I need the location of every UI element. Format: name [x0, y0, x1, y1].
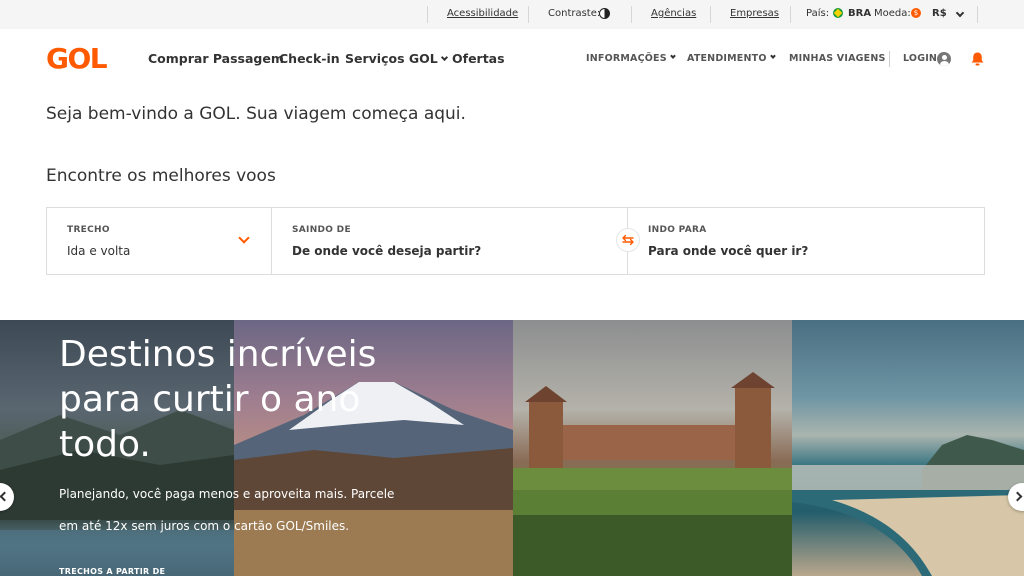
chevron-down-icon — [440, 53, 448, 62]
country-value[interactable]: BRA — [848, 8, 871, 19]
origin-input[interactable]: SAINDO DE De onde você deseja partir? — [272, 208, 627, 274]
bell-icon[interactable] — [970, 51, 985, 67]
currency-icon: $ — [911, 8, 921, 18]
country-label: País: — [806, 8, 830, 19]
hero-image-beach — [792, 320, 1024, 576]
user-icon[interactable] — [937, 52, 951, 66]
divider — [710, 6, 711, 23]
nav-support-label: ATENDIMENTO — [687, 53, 767, 64]
welcome-message: Seja bem-vindo a GOL. Sua viagem começa … — [46, 104, 466, 124]
destination-input[interactable]: INDO PARA Para onde você quer ir? — [628, 208, 984, 274]
arrow-left-icon — [0, 491, 10, 502]
destination-placeholder: Para onde você quer ir? — [648, 244, 809, 258]
chevron-down-icon — [769, 53, 776, 59]
hero-banner: Destinos incríveis para curtir o ano tod… — [0, 320, 1024, 576]
nav-support[interactable]: ATENDIMENTO — [687, 53, 776, 64]
utility-bar: Acessibilidade Contraste: Agências Empre… — [0, 0, 1024, 29]
login-link[interactable]: LOGIN — [903, 53, 937, 64]
origin-label: SAINDO DE — [292, 225, 351, 235]
nav-gol-services-label: Serviços GOL — [345, 51, 438, 66]
hero-image-palace — [513, 320, 792, 576]
brazil-flag-icon[interactable] — [833, 8, 843, 18]
chevron-down-icon[interactable] — [955, 8, 965, 18]
companies-link[interactable]: Empresas — [730, 8, 779, 19]
find-flights-heading: Encontre os melhores voos — [46, 166, 276, 186]
nav-check-in[interactable]: Check-in — [279, 51, 340, 66]
trip-type-label: TRECHO — [67, 225, 110, 235]
beach-illustration — [792, 435, 1024, 576]
trip-type-value: Ida e volta — [67, 244, 131, 258]
contrast-icon[interactable] — [599, 8, 610, 19]
agencies-link[interactable]: Agências — [651, 8, 696, 19]
nav-information[interactable]: INFORMAÇÕES — [586, 53, 676, 64]
currency-value[interactable]: R$ — [932, 8, 947, 19]
divider — [889, 51, 890, 67]
main-header: GOL Comprar Passagem Check-in Serviços G… — [0, 29, 1024, 89]
nav-information-label: INFORMAÇÕES — [586, 53, 667, 64]
contrast-label: Contraste: — [548, 8, 601, 19]
trip-type-select[interactable]: TRECHO Ida e volta — [47, 208, 271, 274]
gol-logo[interactable]: GOL — [46, 43, 108, 75]
hero-price-label: TRECHOS A PARTIR DE — [59, 567, 166, 576]
palace-illustration — [513, 372, 792, 576]
flight-search-form: TRECHO Ida e volta SAINDO DE De onde voc… — [46, 207, 985, 275]
origin-placeholder: De onde você deseja partir? — [292, 244, 482, 258]
accessibility-link[interactable]: Acessibilidade — [447, 8, 518, 19]
divider — [427, 6, 428, 23]
hero-title: Destinos incríveis para curtir o ano tod… — [59, 334, 377, 465]
chevron-down-icon — [238, 232, 250, 244]
nav-my-trips[interactable]: MINHAS VIAGENS — [789, 53, 886, 64]
divider — [790, 6, 791, 23]
divider — [528, 6, 529, 23]
chevron-down-icon — [669, 53, 676, 59]
destination-label: INDO PARA — [648, 225, 707, 235]
nav-offers[interactable]: Ofertas — [452, 51, 505, 66]
divider — [977, 6, 978, 23]
nav-buy-ticket[interactable]: Comprar Passagem — [148, 51, 284, 66]
currency-label: Moeda: — [874, 8, 911, 19]
nav-gol-services[interactable]: Serviços GOL — [345, 51, 448, 66]
arrow-right-icon — [1012, 491, 1023, 502]
hero-description: Planejando, você paga menos e aproveita … — [59, 487, 395, 533]
divider — [631, 6, 632, 23]
